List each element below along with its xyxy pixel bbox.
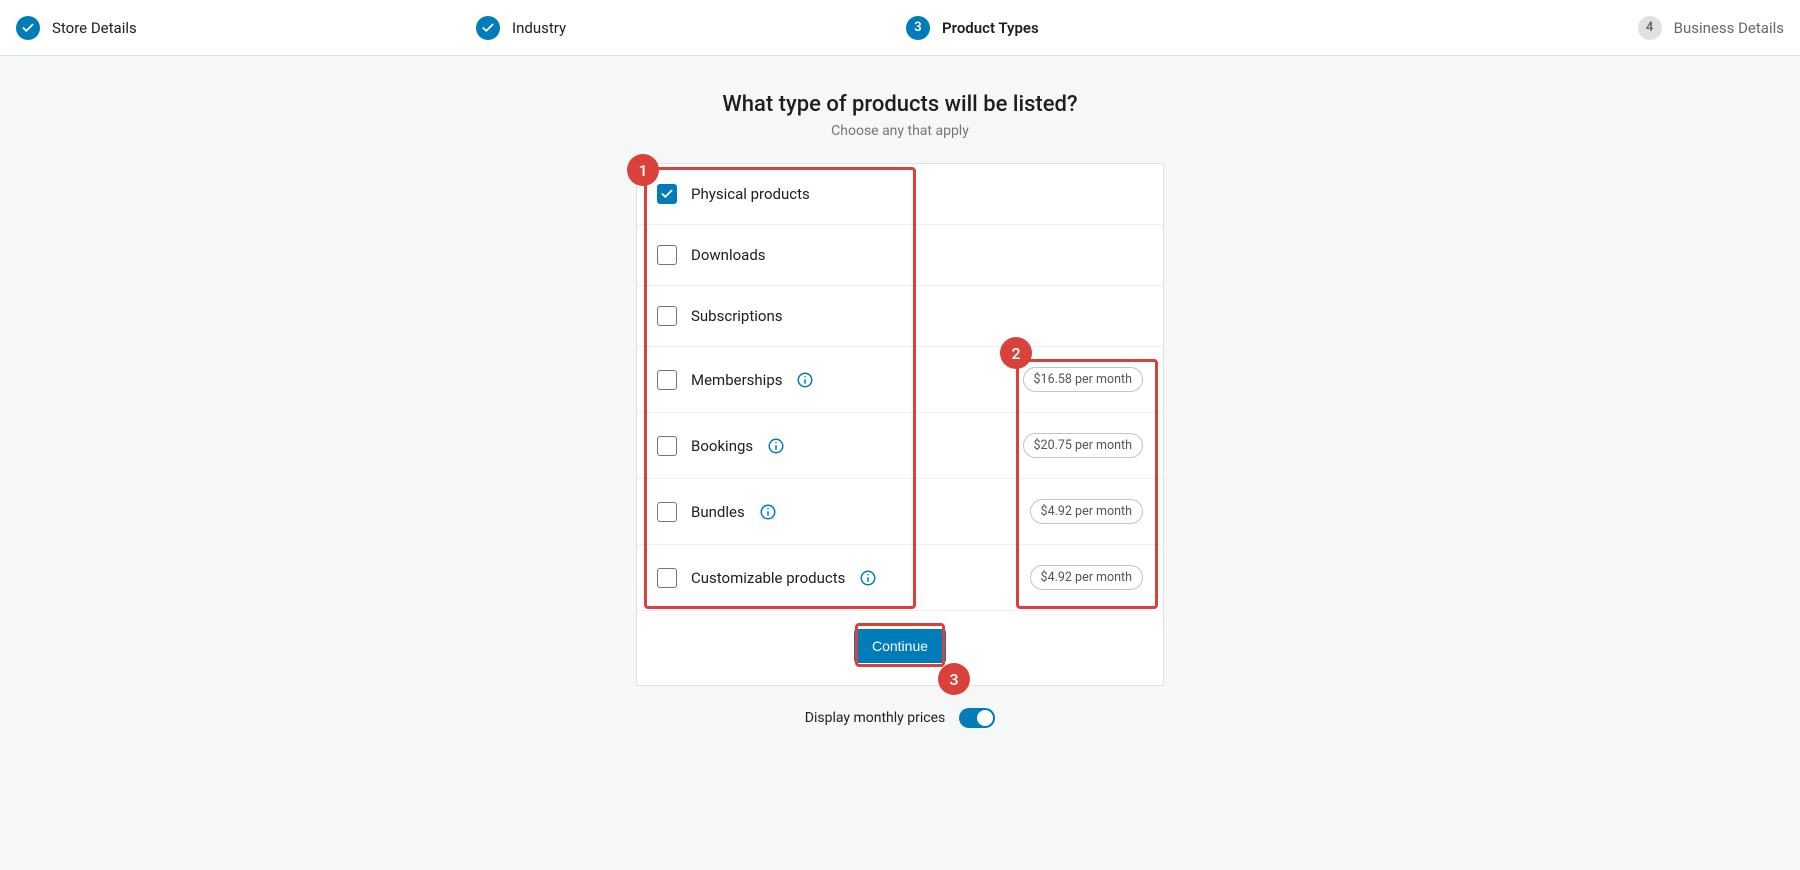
setup-stepper: Store Details Industry 3 Product Types 4… [0, 0, 1800, 56]
step-number-badge: 3 [906, 16, 930, 40]
option-label: Subscriptions [691, 307, 782, 325]
display-prices-toggle-row: Display monthly prices [0, 708, 1800, 728]
option-label: Customizable products [691, 569, 845, 587]
info-icon[interactable] [767, 437, 785, 455]
checkbox[interactable] [657, 436, 677, 456]
option-label: Downloads [691, 246, 766, 264]
option-downloads[interactable]: Downloads [637, 225, 1163, 286]
step-label: Industry [512, 19, 566, 37]
step-number-badge: 4 [1638, 16, 1662, 40]
checkbox[interactable] [657, 568, 677, 588]
info-icon[interactable] [796, 371, 814, 389]
info-icon[interactable] [759, 503, 777, 521]
price-badge: $16.58 per month [1023, 367, 1143, 392]
option-physical-products[interactable]: Physical products [637, 164, 1163, 225]
checkmark-icon [476, 16, 500, 40]
step-label: Product Types [942, 19, 1039, 37]
page-body: What type of products will be listed? Ch… [0, 56, 1800, 728]
page-title: What type of products will be listed? [0, 92, 1800, 117]
option-customizable-products[interactable]: Customizable products $4.92 per month [637, 545, 1163, 611]
toggle-label: Display monthly prices [805, 710, 945, 726]
checkbox[interactable] [657, 245, 677, 265]
price-badge: $4.92 per month [1030, 499, 1143, 524]
step-business-details[interactable]: 4 Business Details [1638, 16, 1784, 40]
option-memberships[interactable]: Memberships $16.58 per month [637, 347, 1163, 413]
product-types-card: Physical products Downloads Subscription… [636, 163, 1164, 686]
option-bundles[interactable]: Bundles $4.92 per month [637, 479, 1163, 545]
checkbox[interactable] [657, 306, 677, 326]
checkbox[interactable] [657, 370, 677, 390]
option-bookings[interactable]: Bookings $20.75 per month [637, 413, 1163, 479]
continue-button[interactable]: Continue [854, 629, 946, 663]
option-label: Bookings [691, 437, 753, 455]
option-label: Memberships [691, 371, 782, 389]
option-subscriptions[interactable]: Subscriptions [637, 286, 1163, 347]
step-store-details[interactable]: Store Details [16, 16, 476, 40]
step-label: Business Details [1674, 19, 1784, 37]
card-footer: Continue [637, 611, 1163, 685]
option-label: Bundles [691, 503, 745, 521]
checkmark-icon [16, 16, 40, 40]
checkbox[interactable] [657, 502, 677, 522]
step-product-types[interactable]: 3 Product Types [906, 16, 1638, 40]
display-prices-toggle[interactable] [959, 708, 995, 728]
option-label: Physical products [691, 185, 810, 203]
page-subtitle: Choose any that apply [0, 123, 1800, 139]
price-badge: $4.92 per month [1030, 565, 1143, 590]
checkbox[interactable] [657, 184, 677, 204]
step-industry[interactable]: Industry [476, 16, 906, 40]
price-badge: $20.75 per month [1023, 433, 1143, 458]
info-icon[interactable] [859, 569, 877, 587]
step-label: Store Details [52, 19, 137, 37]
